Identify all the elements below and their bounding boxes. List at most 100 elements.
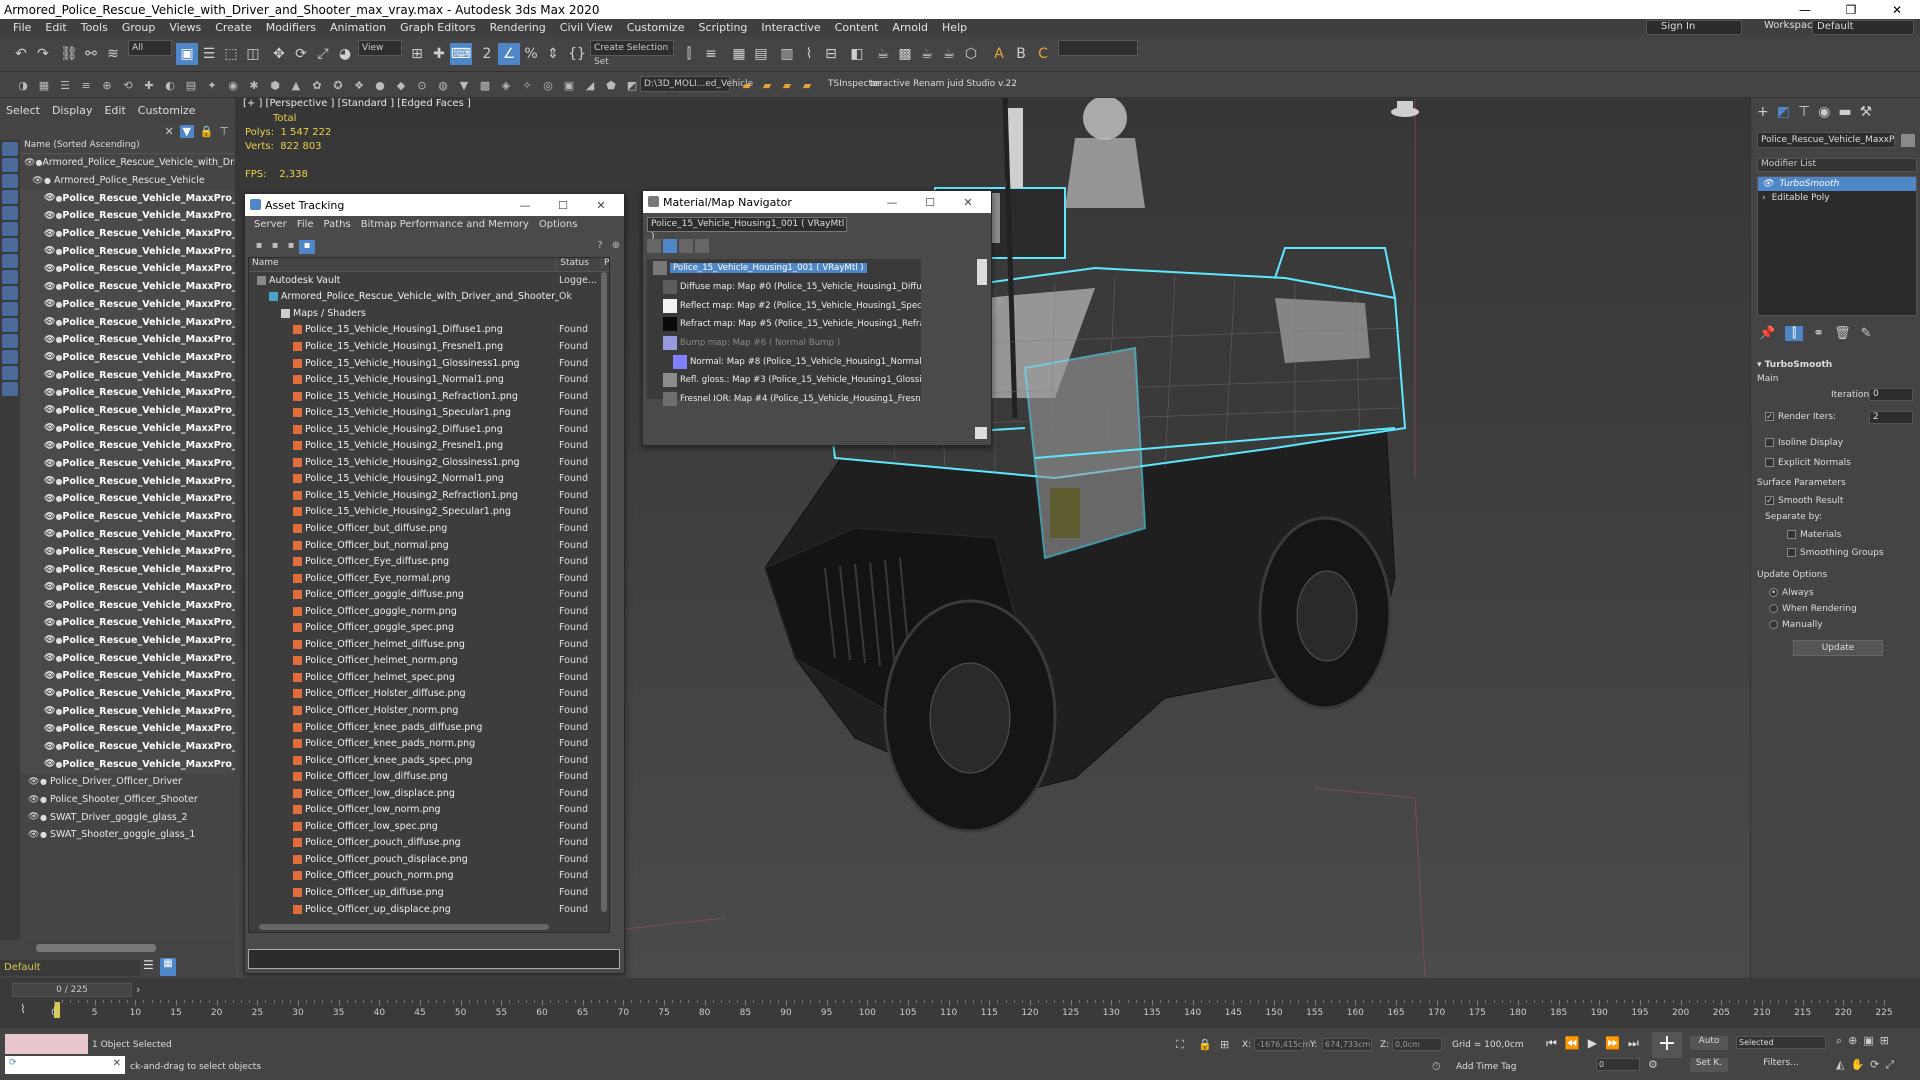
time-config-icon[interactable]: ⚙ [1648, 1058, 1658, 1071]
asset-tracking-titlebar[interactable]: Asset Tracking — ☐ ✕ [245, 194, 624, 216]
scene-item[interactable]: 👁 ● Police_Rescue_Vehicle_MaxxPro_ [20, 543, 235, 561]
object-name-field[interactable]: Police_Rescue_Vehicle_MaxxPro_Armo [1757, 132, 1895, 148]
visibility-eye-icon[interactable]: 👁 [44, 706, 55, 716]
menu-graph-editors[interactable]: Graph Editors [393, 21, 483, 34]
asset-row[interactable]: Police_Officer_Eye_normal.png Found [249, 570, 609, 587]
freeze-dot-icon[interactable]: ● [40, 830, 50, 839]
play-icon[interactable]: ▶ [1588, 1036, 1597, 1051]
menu-file[interactable]: File [6, 21, 38, 34]
isolate-icon[interactable]: ⛶ [1176, 1038, 1184, 1052]
scene-item[interactable]: 👁 ● Police_Rescue_Vehicle_MaxxPro_ [20, 702, 235, 720]
material-navigator-titlebar[interactable]: Material/Map Navigator — ☐ ✕ [643, 191, 991, 213]
freeze-dot-icon[interactable]: ● [55, 530, 62, 539]
ribbon-tool-icon[interactable]: ✱ [245, 76, 263, 94]
freeze-dot-icon[interactable]: ● [55, 441, 62, 450]
menu-create[interactable]: Create [208, 21, 259, 34]
scene-item[interactable]: 👁 ● Police_Driver_Officer_Driver [20, 773, 235, 791]
scene-item[interactable]: 👁 ● Police_Rescue_Vehicle_MaxxPro_ [20, 631, 235, 650]
schematic-view-icon[interactable]: ⊟ [820, 43, 842, 65]
asset-row[interactable]: Police_Officer_knee_pads_norm.png Found [249, 735, 609, 752]
freeze-dot-icon[interactable]: ● [55, 742, 62, 751]
absolute-mode-icon[interactable]: ⊞ [1220, 1038, 1229, 1051]
scene-item[interactable]: 👁 ● Police_Rescue_Vehicle_MaxxPro_ [20, 454, 235, 473]
scene-item[interactable]: 👁 ● SWAT_Driver_goggle_glass_2 [20, 808, 235, 826]
ribbon-tool-icon[interactable]: ✪ [329, 76, 347, 94]
always-radio[interactable]: • [1769, 588, 1778, 597]
col-name[interactable]: Name [249, 258, 558, 271]
visibility-eye-icon[interactable]: 👁 [44, 529, 55, 539]
list-view-icon[interactable]: ▪ [267, 240, 283, 254]
scene-item[interactable]: 👁 ● SWAT_Shooter_goggle_glass_1 [20, 826, 235, 844]
ribbon-tool-icon[interactable]: ◈ [497, 76, 515, 94]
menu-modifiers[interactable]: Modifiers [259, 21, 323, 34]
mirror-icon[interactable]: ⫿ [678, 43, 700, 65]
make-unique-icon[interactable]: ⚭ [1813, 326, 1824, 341]
material-map-item[interactable]: Refract map: Map #5 (Police_15_Vehicle_H… [647, 315, 921, 334]
undo-icon[interactable]: ↶ [10, 43, 32, 65]
update-button[interactable]: Update [1793, 640, 1883, 656]
scene-item[interactable]: 👁 ● Police_Rescue_Vehicle_MaxxPro_ [20, 401, 235, 420]
ribbon-tool-icon[interactable]: ⊕ [98, 76, 116, 94]
isoline-display-checkbox[interactable] [1765, 438, 1774, 447]
scene-item[interactable]: 👁 ● Police_Rescue_Vehicle_MaxxPro_ [20, 260, 235, 278]
asset-row[interactable]: Police_Officer_pouch_displace.png Found [249, 851, 609, 868]
edit-named-sel-icon[interactable]: {} [566, 43, 588, 65]
expand-icon[interactable]: › [1762, 193, 1766, 203]
manually-radio-row[interactable]: Manually [1769, 620, 1823, 630]
ribbon-tool-icon[interactable]: ⬢ [266, 76, 284, 94]
visibility-eye-icon[interactable]: 👁 [44, 653, 55, 663]
script-clear-icon[interactable]: ✕ [113, 1058, 121, 1069]
create-tab-icon[interactable]: + [1757, 104, 1769, 120]
freeze-dot-icon[interactable]: ● [55, 247, 62, 256]
ribbon-tool-icon[interactable]: ✿ [308, 76, 326, 94]
asset-row[interactable]: Police_15_Vehicle_Housing2_Specular1.png… [249, 504, 609, 521]
scene-item[interactable]: 👁 ● Police_Rescue_Vehicle_MaxxPro_ [20, 207, 235, 225]
filter-icon[interactable]: ▼ [179, 124, 194, 138]
motion-tab-icon[interactable]: ◉ [1818, 104, 1830, 120]
keyboard-shortcut-icon[interactable]: ⌨ [450, 43, 472, 65]
visibility-eye-icon[interactable]: 👁 [44, 423, 55, 433]
ribbon-tool-icon[interactable]: ◐ [161, 76, 179, 94]
explicit-normals-row[interactable]: Explicit Normals [1765, 458, 1851, 468]
explicit-normals-checkbox[interactable] [1765, 458, 1774, 467]
visibility-eye-icon[interactable]: 👁 [44, 547, 55, 557]
freeze-dot-icon[interactable]: ● [44, 176, 54, 185]
ribbon-tool-icon[interactable]: ✚ [140, 76, 158, 94]
render-iterative-icon[interactable]: ☕ [938, 43, 960, 65]
scene-item[interactable]: 👁 ● Police_Rescue_Vehicle_MaxxPro_ [20, 277, 235, 296]
viewport-label[interactable]: [+ ] [Perspective ] [Standard ] [Edged F… [243, 98, 471, 109]
menu-group[interactable]: Group [115, 21, 163, 34]
manually-radio[interactable] [1769, 620, 1778, 629]
scene-tab-display[interactable]: Display [46, 104, 99, 117]
freeze-dot-icon[interactable]: ● [55, 618, 62, 627]
scene-item[interactable]: 👁 ● Police_Rescue_Vehicle_MaxxPro_ [20, 613, 235, 632]
scene-item[interactable]: 👁 ● Police_Rescue_Vehicle_MaxxPro_ [20, 437, 235, 455]
renamer-label[interactable]: teractive Renam juid Studio v.22 [870, 79, 1017, 89]
asset-row[interactable]: Police_Officer_Holster_diffuse.png Found [249, 686, 609, 703]
zoom-icon[interactable]: ⌕ [1836, 1034, 1842, 1048]
freeze-dot-icon[interactable]: ● [55, 654, 62, 663]
asset-row[interactable]: Maps / Shaders [249, 305, 609, 322]
freeze-dot-icon[interactable]: ● [55, 583, 62, 592]
asset-row[interactable]: Police_Officer_Holster_norm.png Found [249, 702, 609, 719]
render-setup-icon[interactable]: ☕ [872, 43, 894, 65]
asset-row[interactable]: Police_15_Vehicle_Housing1_Glossiness1.p… [249, 355, 609, 372]
asset-row[interactable]: Police_15_Vehicle_Housing2_Fresnel1.png F… [249, 437, 609, 454]
arnold-c-icon[interactable]: C [1032, 43, 1054, 65]
visibility-eye-icon[interactable]: 👁 [24, 158, 35, 168]
freeze-dot-icon[interactable]: ● [55, 601, 62, 610]
asset-row[interactable]: Police_Officer_but_normal.png Found [249, 537, 609, 554]
visibility-eye-icon[interactable]: 👁 [44, 635, 55, 645]
ribbon-tool-icon[interactable]: ◎ [539, 76, 557, 94]
angle-snap-icon[interactable]: ∠ [498, 43, 520, 65]
material-map-item[interactable]: Normal: Map #8 (Police_15_Vehicle_Housin… [647, 352, 921, 371]
visibility-eye-icon[interactable]: 👁 [44, 441, 55, 451]
freeze-dot-icon[interactable]: ● [55, 671, 62, 680]
render-preset-dropdown[interactable] [1058, 40, 1138, 56]
help-icon[interactable]: ? [592, 240, 608, 254]
material-map-item[interactable]: Diffuse map: Map #0 (Police_15_Vehicle_H… [647, 278, 921, 297]
sort-by-layer-icon[interactable]: ▦ [160, 958, 176, 976]
small-icons-icon[interactable] [679, 239, 693, 253]
key-filter-dropdown[interactable]: Selected [1736, 1036, 1826, 1049]
when-rendering-radio-row[interactable]: When Rendering [1769, 604, 1857, 614]
